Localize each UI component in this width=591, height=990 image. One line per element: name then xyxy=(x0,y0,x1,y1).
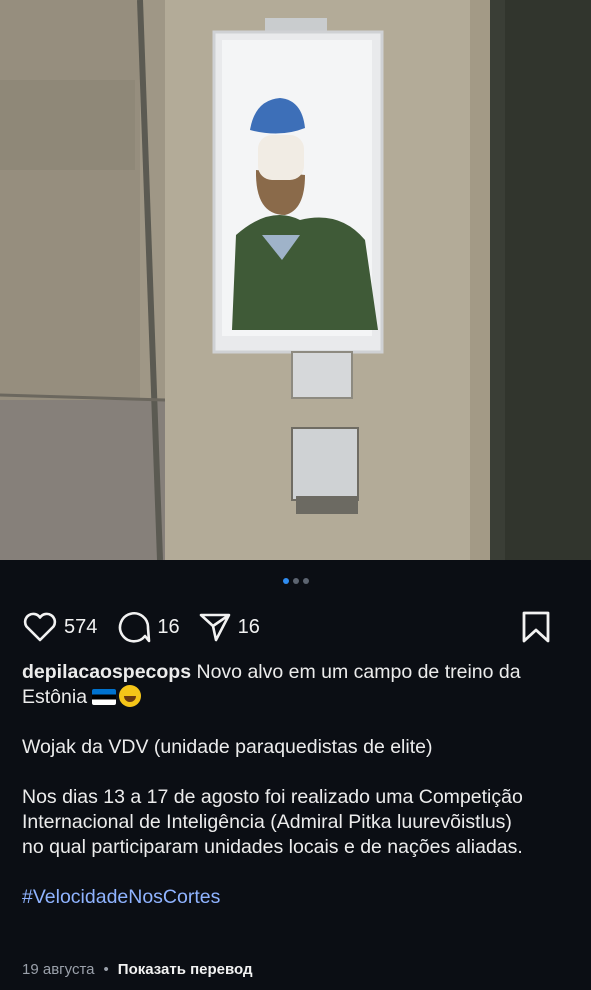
send-icon xyxy=(199,613,230,642)
rolling-laughing-emoji xyxy=(119,685,142,707)
post-actions-bar: 574 16 16 xyxy=(22,606,569,648)
post-photo[interactable] xyxy=(0,0,591,560)
heart-icon xyxy=(23,612,57,642)
meta-separator: • xyxy=(103,961,109,978)
share-button[interactable]: 16 xyxy=(198,611,260,643)
caption-paragraph: Nos dias 13 a 17 de agosto foi realizado… xyxy=(22,785,574,860)
caption-line: Nos dias 13 a 17 de agosto foi realizado… xyxy=(22,786,523,808)
comment-count: 16 xyxy=(157,615,180,638)
caption-first-paragraph: depilacaospecops Novo alvo em um campo d… xyxy=(22,660,574,710)
caption-text: Estônia xyxy=(22,686,88,708)
carousel-dot xyxy=(292,578,299,584)
username-link[interactable]: depilacaospecops xyxy=(22,661,191,683)
caption-paragraph: Wojak da VDV (unidade paraquedistas de e… xyxy=(22,736,433,758)
show-translation-button[interactable]: Показать перевод xyxy=(118,961,253,978)
comment-button[interactable]: 16 xyxy=(115,610,180,644)
like-button[interactable]: 574 xyxy=(22,611,97,643)
photo-illustration xyxy=(0,0,591,560)
carousel-indicator xyxy=(0,578,591,584)
caption-line: Internacional de Inteligência (Admiral P… xyxy=(22,811,512,833)
like-count: 574 xyxy=(64,615,98,638)
comment-icon xyxy=(119,612,151,643)
share-count: 16 xyxy=(237,615,260,638)
carousel-dot xyxy=(302,578,309,584)
estonia-flag-emoji xyxy=(92,689,117,705)
save-button[interactable] xyxy=(521,610,551,644)
post-meta: 19 августа • Показать перевод xyxy=(22,961,253,978)
bookmark-icon xyxy=(522,611,550,643)
post-date: 19 августа xyxy=(22,961,95,978)
carousel-dot-active xyxy=(282,578,289,584)
hashtag-link[interactable]: #VelocidadeNosCortes xyxy=(22,886,220,908)
post-caption: depilacaospecops Novo alvo em um campo d… xyxy=(22,660,574,910)
caption-line: no qual participaram unidades locais e d… xyxy=(22,836,523,858)
caption-text: Novo alvo em um campo de treino da xyxy=(196,661,521,683)
